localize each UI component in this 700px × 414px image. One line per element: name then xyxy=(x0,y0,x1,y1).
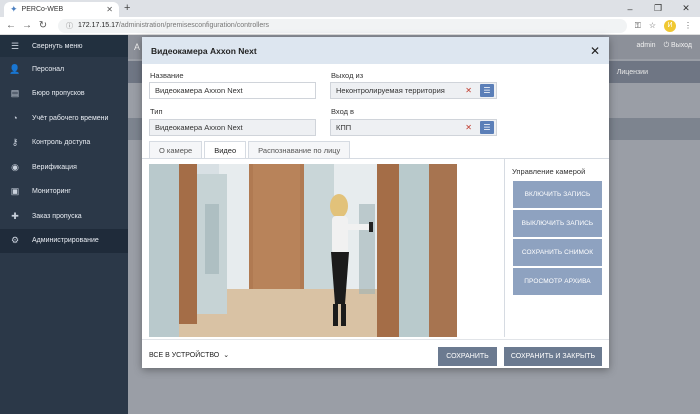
address-path: /administration/premisesconfiguration/co… xyxy=(118,22,270,29)
sidebar-item-pass-office[interactable]: ▤ Бюро пропусков xyxy=(0,82,128,107)
sidebar-item-verification[interactable]: ◉ Верификация xyxy=(0,155,128,180)
dialog-footer: ВСЕ В УСТРОЙСТВО ⌄ СОХРАНИТЬ СОХРАНИТЬ И… xyxy=(142,339,609,368)
video-feed[interactable] xyxy=(149,164,457,337)
sidebar-item-administration[interactable]: ⚙ Администрирование xyxy=(0,228,128,253)
sidebar-item-personnel[interactable]: 👤 Персонал xyxy=(0,57,128,82)
address-bar[interactable]: ⓘ 172.17.15.17/administration/premisesco… xyxy=(58,18,627,33)
device-dropdown[interactable]: ВСЕ В УСТРОЙСТВО ⌄ xyxy=(149,351,230,360)
sidebar-item-label: Мониторинг xyxy=(32,188,71,196)
browser-tab-title: PERCo-WEB xyxy=(21,6,64,13)
page-title: А xyxy=(134,42,141,52)
camera-dialog: Видеокамера Axxon Next ✕ Название Видеок… xyxy=(142,37,609,368)
type-label: Тип xyxy=(150,107,163,116)
hamburger-icon: ☰ xyxy=(10,40,20,51)
sidebar-item-time-tracking[interactable]: ◔ Учёт рабочего времени xyxy=(0,106,128,131)
name-label: Название xyxy=(150,71,184,80)
list-icon[interactable]: ☰ xyxy=(480,121,494,134)
browser-tab[interactable]: ✦ PERCo-WEB ✕ xyxy=(4,2,119,17)
type-field: Видеокамера Axxon Next xyxy=(149,119,316,136)
sidebar-item-label: Контроль доступа xyxy=(32,139,91,147)
save-snapshot-button[interactable]: СОХРАНИТЬ СНИМОК xyxy=(513,239,602,267)
tab-about-camera[interactable]: О камере xyxy=(149,141,203,159)
maximize-icon[interactable]: ❐ xyxy=(644,0,672,17)
tab-face-recognition[interactable]: Распознавание по лицу xyxy=(248,141,351,159)
exit-value: Неконтролируемая территория xyxy=(336,86,445,95)
sidebar-item-label: Бюро пропусков xyxy=(32,90,85,98)
menu-dots-icon[interactable]: ⋮ xyxy=(684,21,692,30)
type-value: Видеокамера Axxon Next xyxy=(155,123,243,132)
window-controls: – ❐ ✕ xyxy=(616,0,700,17)
camera-control-title: Управление камерой xyxy=(512,167,586,176)
clear-icon[interactable]: ✕ xyxy=(465,86,472,95)
fingerprint-icon: ◉ xyxy=(11,161,19,172)
key-icon: ⚷ xyxy=(11,137,19,148)
key-icon[interactable]: ⚿ xyxy=(635,21,641,31)
address-host: 172.17.15.17 xyxy=(78,22,119,29)
list-icon[interactable]: ☰ xyxy=(480,84,494,97)
minimize-icon[interactable]: – xyxy=(616,0,644,17)
sidebar-item-label: Персонал xyxy=(32,65,65,73)
licenses-link[interactable]: Лицензии xyxy=(617,69,648,76)
name-value: Видеокамера Axxon Next xyxy=(155,86,243,95)
clear-icon[interactable]: ✕ xyxy=(465,123,472,132)
stop-recording-button[interactable]: ВЫКЛЮЧИТЬ ЗАПИСЬ xyxy=(513,210,602,238)
sidebar-item-access-control[interactable]: ⚷ Контроль доступа xyxy=(0,131,128,156)
camera-frame-image xyxy=(149,164,457,337)
window-close-icon[interactable]: ✕ xyxy=(672,0,700,17)
start-recording-button[interactable]: ВКЛЮЧИТЬ ЗАПИСЬ xyxy=(513,181,602,209)
device-dropdown-label: ВСЕ В УСТРОЙСТВО xyxy=(149,351,220,359)
logout-label: Выход xyxy=(671,42,692,49)
name-field[interactable]: Видеокамера Axxon Next xyxy=(149,82,316,99)
user-name[interactable]: admin xyxy=(636,42,655,50)
save-and-close-button[interactable]: СОХРАНИТЬ И ЗАКРЫТЬ xyxy=(504,347,602,366)
monitor-icon: ▣ xyxy=(10,186,20,197)
chevron-down-icon: ⌄ xyxy=(223,352,230,359)
dialog-tabs: О камере Видео Распознавание по лицу xyxy=(149,141,352,159)
add-person-icon: ✚ xyxy=(11,210,19,221)
tab-video[interactable]: Видео xyxy=(204,141,247,159)
sidebar-collapse[interactable]: ☰ Свернуть меню xyxy=(0,35,128,57)
profile-avatar[interactable]: И xyxy=(664,19,676,32)
save-button[interactable]: СОХРАНИТЬ xyxy=(438,347,497,366)
entry-value: КПП xyxy=(336,123,352,132)
sidebar-item-label: Верификация xyxy=(32,163,77,171)
view-archive-button[interactable]: ПРОСМОТР АРХИВА xyxy=(513,268,602,296)
info-icon[interactable]: ⓘ xyxy=(66,21,73,31)
sidebar-item-label: Администрирование xyxy=(32,237,99,245)
sidebar-item-monitoring[interactable]: ▣ Мониторинг xyxy=(0,180,128,205)
entry-field[interactable]: КПП ✕ ☰ xyxy=(330,119,497,136)
badge-icon: ▤ xyxy=(10,88,20,99)
back-icon[interactable]: ← xyxy=(4,20,18,31)
sidebar-item-label: Заказ пропуска xyxy=(32,212,82,220)
reload-icon[interactable]: ↻ xyxy=(36,20,50,31)
new-tab-icon[interactable]: + xyxy=(124,2,130,14)
close-icon[interactable]: ✕ xyxy=(590,44,600,58)
camera-control-panel: Управление камерой ВКЛЮЧИТЬ ЗАПИСЬ ВЫКЛЮ… xyxy=(504,159,609,337)
dialog-header: Видеокамера Axxon Next ✕ xyxy=(142,37,609,64)
perco-logo-icon: ✦ xyxy=(10,4,18,14)
browser-toolbar: ← → ↻ ⓘ 172.17.15.17/administration/prem… xyxy=(0,17,700,35)
logout-link[interactable]: ⏻ Выход xyxy=(664,42,692,50)
gear-icon: ⚙ xyxy=(10,235,20,246)
forward-icon[interactable]: → xyxy=(20,20,34,31)
dialog-title: Видеокамера Axxon Next xyxy=(151,45,257,56)
sidebar: ☰ Свернуть меню 👤 Персонал ▤ Бюро пропус… xyxy=(0,35,128,414)
person-icon: 👤 xyxy=(9,63,21,74)
star-icon[interactable]: ☆ xyxy=(649,21,656,30)
sidebar-item-pass-order[interactable]: ✚ Заказ пропуска xyxy=(0,204,128,229)
toolbar-actions: ⚿ ☆ И ⋮ xyxy=(635,19,696,32)
user-area: admin ⏻ Выход xyxy=(636,42,692,50)
browser-tabstrip: ✦ PERCo-WEB ✕ + – ❐ ✕ xyxy=(0,0,700,17)
exit-label: Выход из xyxy=(331,71,364,80)
close-icon[interactable]: ✕ xyxy=(106,5,113,14)
clock-icon: ◔ xyxy=(12,113,18,124)
sidebar-item-label: Учёт рабочего времени xyxy=(32,114,109,122)
exit-field[interactable]: Неконтролируемая территория ✕ ☰ xyxy=(330,82,497,99)
sidebar-collapse-label: Свернуть меню xyxy=(32,42,83,50)
entry-label: Вход в xyxy=(331,107,355,116)
